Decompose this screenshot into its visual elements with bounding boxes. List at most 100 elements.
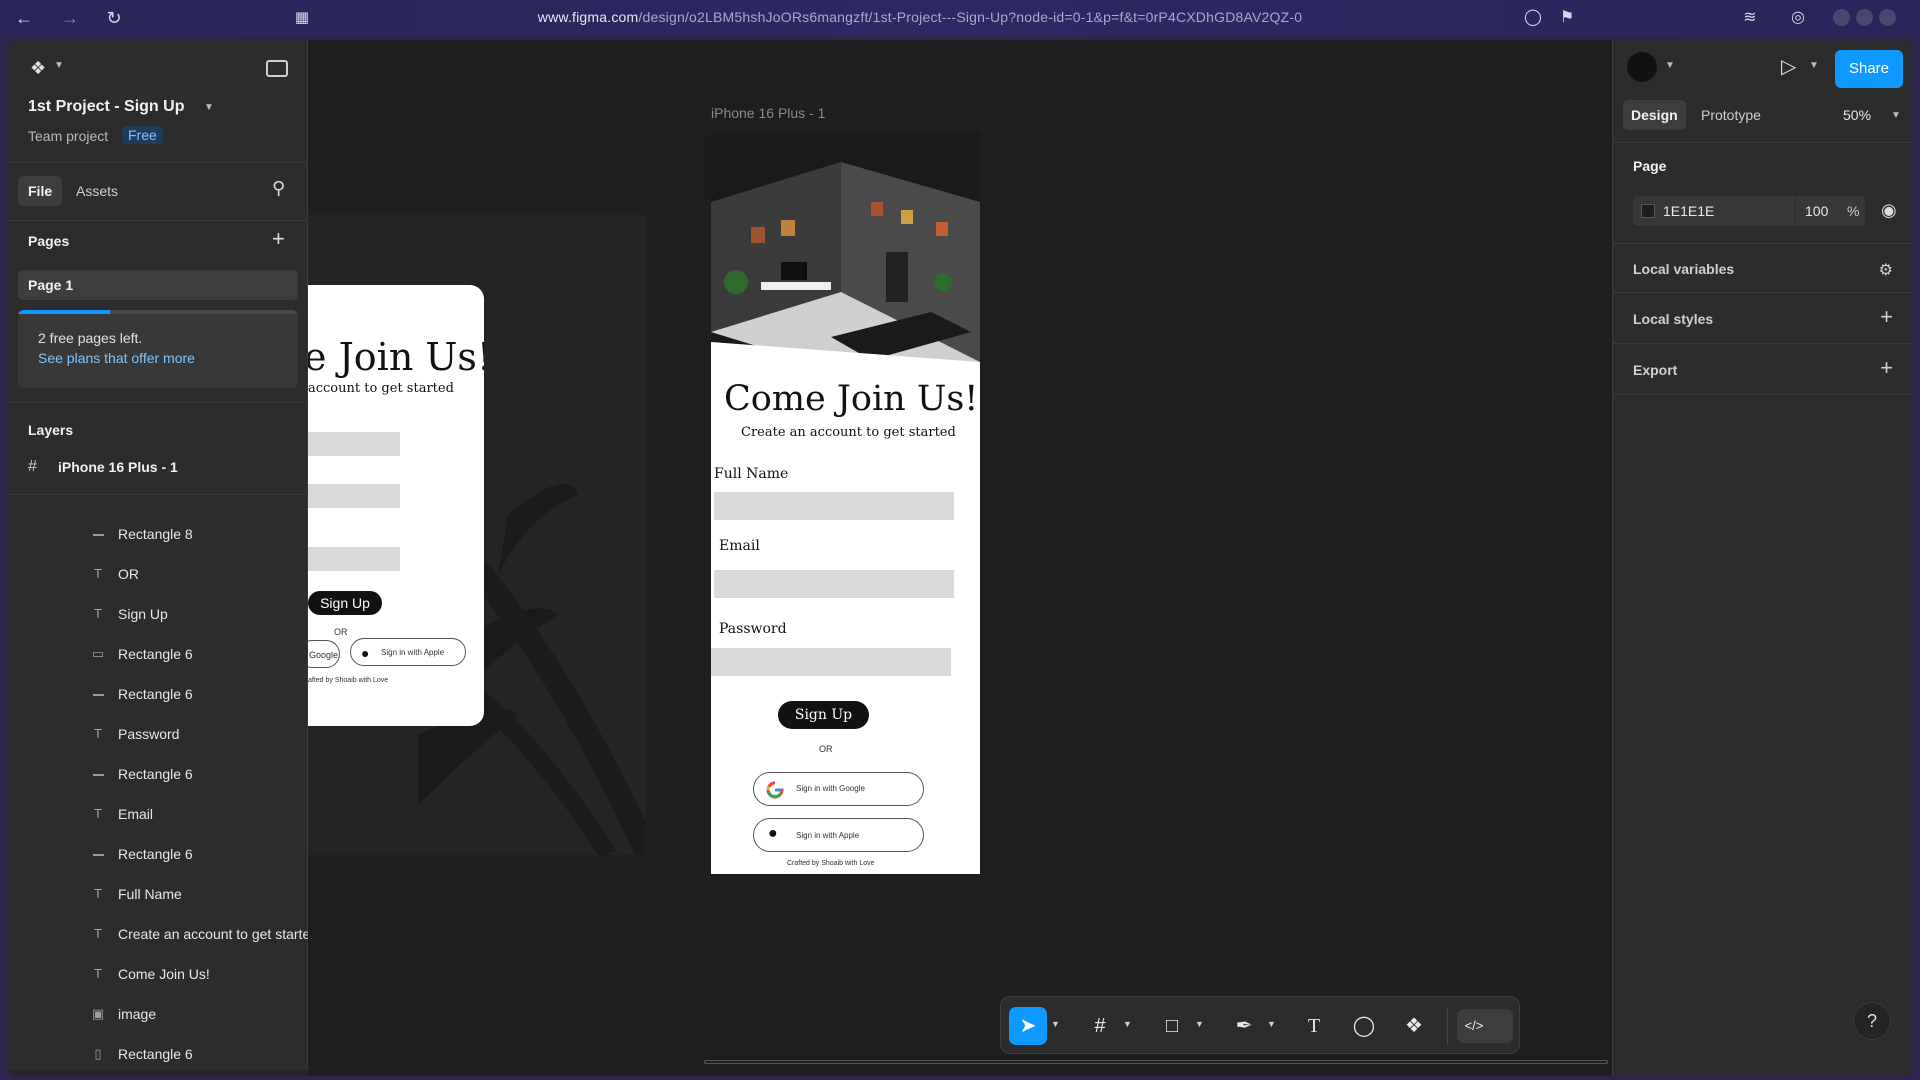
tab-prototype[interactable]: Prototype [1701,107,1761,123]
help-button[interactable]: ? [1853,1002,1891,1040]
window-dot-2-icon[interactable] [1856,9,1873,26]
add-page-icon[interactable]: + [272,226,285,252]
layer-item[interactable]: ▭ Rectangle 6 [8,635,308,675]
address-bar[interactable]: www.figma.com/design/o2LBM5hshJoORs6mang… [520,9,1320,25]
add-export-icon[interactable]: + [1880,357,1893,379]
iphone-frame[interactable]: Come Join Us! Create an account to get s… [711,132,980,874]
divider [8,494,308,495]
figma-menu-icon[interactable]: ❖ [30,58,46,79]
shield-icon[interactable]: ◯ [1523,8,1543,28]
chevron-down-icon[interactable]: ▼ [1665,60,1675,71]
tab-assets[interactable]: Assets [66,176,128,206]
actions-tool-icon[interactable]: ❖ [1395,1007,1433,1045]
toolbar-divider [1447,1007,1448,1045]
pen-tool-icon[interactable]: ✒ [1225,1007,1263,1045]
frame-tool-icon[interactable]: # [1081,1007,1119,1045]
bookmark-icon[interactable]: ⚑ [1557,8,1577,28]
dev-mode-toggle[interactable]: </> [1457,1009,1513,1043]
layer-name: OR [118,566,139,582]
page-fill-input[interactable]: 1E1E1E 100 % [1633,196,1865,226]
tab-file[interactable]: File [18,176,63,206]
text-icon: T [94,926,102,941]
move-tool-icon[interactable]: ➤ [1009,1007,1047,1045]
layer-item[interactable]: T Come Join Us! [8,955,308,995]
layer-item[interactable]: T Full Name [8,875,308,915]
color-swatch[interactable] [1641,204,1655,218]
chevron-down-icon[interactable]: ▼ [54,60,64,71]
layer-item[interactable]: T Create an account to get started [8,915,318,955]
layer-item[interactable]: ▣ image [8,995,308,1035]
layer-item[interactable]: T Sign Up [8,595,308,635]
signup-card[interactable]: e Join Us! account to get started Sign U… [308,285,484,726]
page-color-value[interactable]: 1E1E1E [1663,203,1714,219]
see-plans-link[interactable]: See plans that offer more [38,350,195,366]
chevron-down-icon[interactable]: ▼ [1195,1019,1204,1029]
frame-label[interactable]: iPhone 16 Plus - 1 [711,105,825,121]
text-tool-icon[interactable]: T [1295,1007,1333,1045]
variables-icon[interactable]: ⚙ [1879,260,1893,282]
plan-badge[interactable]: Free [122,126,163,144]
horizontal-scrollbar[interactable] [704,1060,1608,1064]
reload-icon[interactable]: ↻ [104,8,124,28]
full-name-field[interactable] [714,492,954,520]
left-panel-bottom [8,1070,308,1076]
add-style-icon[interactable]: + [1880,306,1893,328]
card-heading: e Join Us! [308,335,484,379]
rect-line-icon [93,694,104,696]
file-title-chevron-icon[interactable]: ▼ [204,102,214,113]
profile-ring-icon[interactable]: ◎ [1788,8,1808,28]
card-google-button[interactable]: Google [308,640,340,668]
bottom-toolbar: ➤ ▼ # ▼ □ ▼ ✒ ▼ T ◯ ❖ </> [1000,996,1520,1054]
toggle-sidebar-icon[interactable] [266,60,288,77]
local-variables-row[interactable]: Local variables ⚙ [1613,243,1912,293]
share-button[interactable]: Share [1835,50,1903,88]
layer-item[interactable]: Rectangle 6 [8,675,308,715]
apple-signin-button[interactable]: ● Sign in with Apple [753,818,924,852]
search-icon[interactable]: ⚲ [272,178,285,199]
page-opacity-value[interactable]: 100 [1805,203,1828,219]
canvas[interactable]: e Join Us! account to get started Sign U… [308,40,1612,1076]
file-title[interactable]: 1st Project - Sign Up [28,98,184,116]
export-row[interactable]: Export + [1613,345,1912,395]
layer-name: Password [118,726,180,742]
rectangle-tool-icon[interactable]: □ [1153,1007,1191,1045]
card-signup-button[interactable]: Sign Up [308,591,382,615]
layers-title: Layers [28,422,74,438]
chevron-down-icon[interactable]: ▼ [1051,1019,1060,1029]
rect-line-icon [93,854,104,856]
layer-item[interactable]: Rectangle 6 [8,835,308,875]
page-item-page-1[interactable]: Page 1 [18,270,298,300]
layer-frame-name[interactable]: iPhone 16 Plus - 1 [58,459,178,475]
layer-item[interactable]: Rectangle 8 [8,515,308,555]
email-field[interactable] [714,570,954,598]
zoom-level[interactable]: 50% [1843,107,1871,123]
layer-item[interactable]: Rectangle 6 [8,755,308,795]
page-section-title: Page [1633,158,1667,174]
chevron-down-icon[interactable]: ▼ [1809,60,1819,71]
eye-icon[interactable]: ◉ [1881,200,1897,221]
back-icon[interactable]: ← [14,8,34,28]
chevron-down-icon[interactable]: ▼ [1891,110,1901,121]
comment-tool-icon[interactable]: ◯ [1345,1007,1383,1045]
layer-name: Rectangle 6 [118,846,193,862]
tab-design[interactable]: Design [1623,100,1686,130]
extension-icon[interactable]: ≋ [1740,8,1760,28]
layer-item[interactable]: T Password [8,715,308,755]
window-dot-1-icon[interactable] [1833,9,1850,26]
layer-item[interactable]: T OR [8,555,308,595]
chevron-down-icon[interactable]: ▼ [1123,1019,1132,1029]
avatar[interactable] [1627,52,1657,82]
card-apple-button[interactable]: ● Sign in with Apple [350,638,466,666]
chevron-down-icon[interactable]: ▼ [1267,1019,1276,1029]
rect-icon: ▭ [91,646,105,661]
password-field[interactable] [711,648,951,676]
google-signin-button[interactable]: Sign in with Google [753,772,924,806]
window-dot-3-icon[interactable] [1879,9,1896,26]
forward-icon[interactable]: → [60,8,80,28]
layer-item[interactable]: ▯ Rectangle 6 [8,1035,308,1075]
signup-button[interactable]: Sign Up [778,701,869,729]
layer-item[interactable]: T Email [8,795,308,835]
tab-overview-icon[interactable]: ▦ [292,8,312,28]
present-play-icon[interactable]: ▷ [1781,54,1796,79]
local-styles-row[interactable]: Local styles + [1613,294,1912,344]
